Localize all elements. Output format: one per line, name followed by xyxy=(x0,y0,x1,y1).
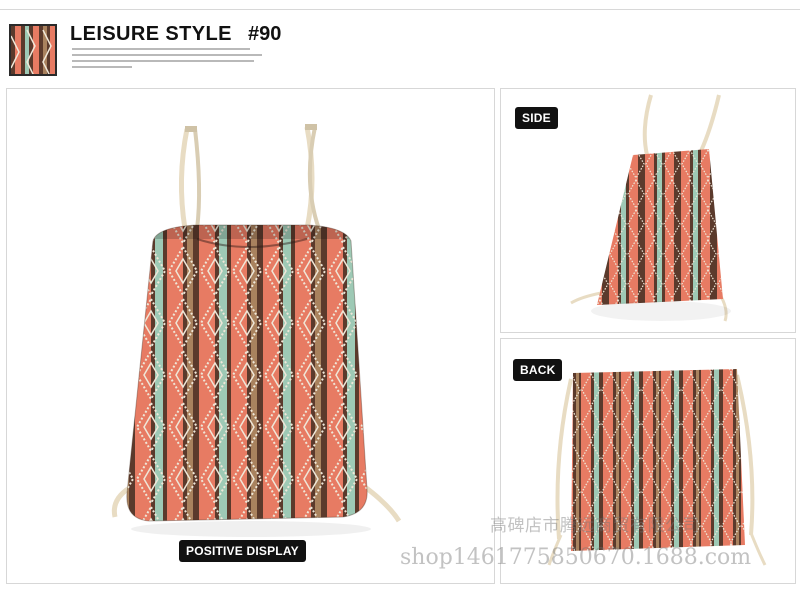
header-divider xyxy=(0,9,800,10)
product-thumbnail[interactable] xyxy=(9,24,57,76)
back-tag: BACK xyxy=(513,359,563,381)
page-title: LEISURE STYLE xyxy=(70,23,232,45)
front-view-panel: POSITIVE DISPLAY xyxy=(6,88,495,584)
positive-display-tag: POSITIVE DISPLAY xyxy=(179,540,306,562)
watermark-company: 高碑店市腾远商贸有限公司 xyxy=(490,516,700,536)
style-code: #90 xyxy=(248,23,282,45)
front-bag-image xyxy=(111,124,402,537)
fine-print-text xyxy=(72,48,272,72)
side-tag: SIDE xyxy=(515,107,558,129)
watermark-url: shop1461775850670.1688.com xyxy=(400,545,752,570)
side-view-panel: SIDE xyxy=(500,88,796,333)
